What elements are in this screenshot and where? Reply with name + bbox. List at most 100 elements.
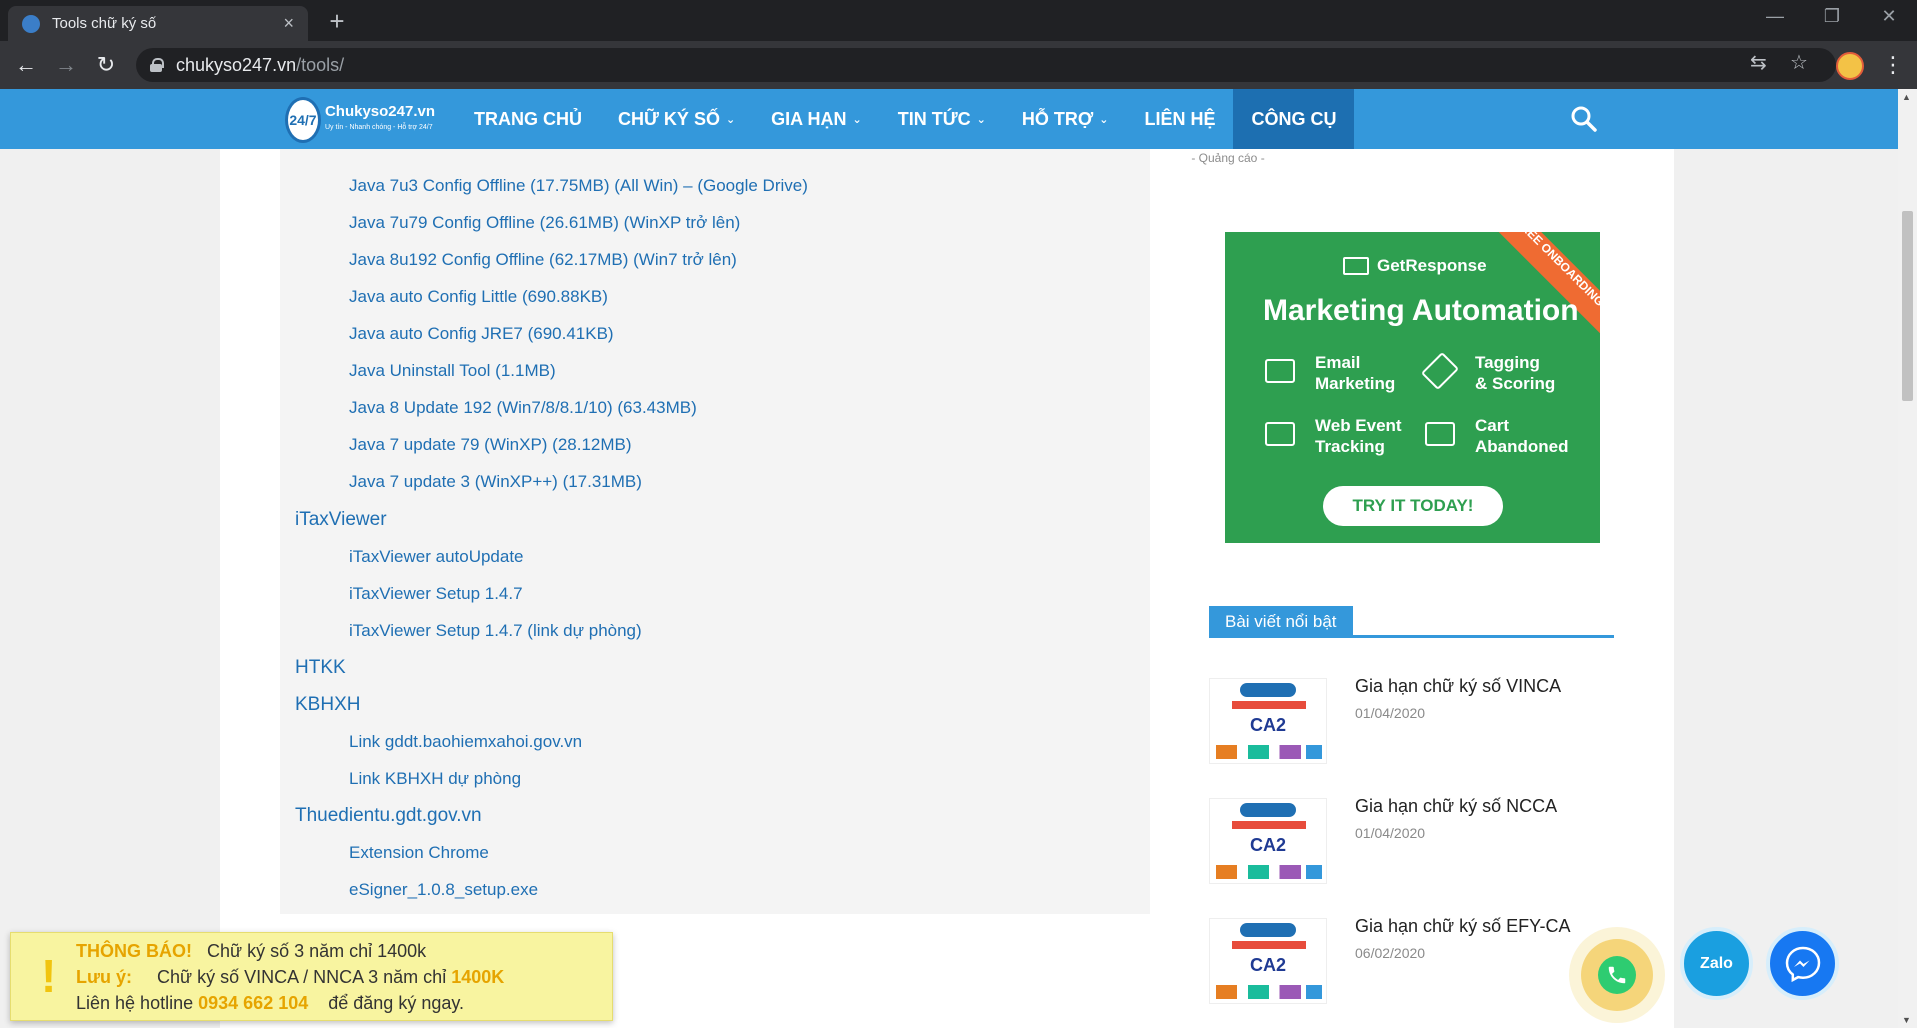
messenger-button[interactable] <box>1766 927 1839 1000</box>
address-bar[interactable]: chukyso247.vn/tools/ <box>136 48 1836 82</box>
envelope-icon <box>1343 257 1369 275</box>
java-link[interactable]: Java auto Config JRE7 (690.41KB) <box>349 324 614 344</box>
url-path: /tools/ <box>296 54 345 75</box>
nav-item-trang-chu[interactable]: TRANG CHỦ <box>456 89 600 149</box>
java-link[interactable]: Java 8 Update 192 (Win7/8/8.1/10) (63.43… <box>349 398 697 418</box>
post-thumbnail[interactable]: CA2 <box>1209 678 1327 764</box>
nav-item-tin-tuc[interactable]: TIN TỨC ⌄ <box>880 89 1004 149</box>
thuedientu-link[interactable]: eSigner_1.0.8_setup.exe <box>349 880 538 900</box>
site-favicon-icon <box>22 14 40 33</box>
featured-posts-title: Bài viết nổi bật <box>1209 606 1614 638</box>
java-link[interactable]: Java Uninstall Tool (1.1MB) <box>349 361 556 381</box>
ad-feature: Email Marketing <box>1315 353 1396 393</box>
profile-avatar[interactable] <box>1836 52 1864 80</box>
notice-note-label: Lưu ý: <box>76 967 133 987</box>
post-date: 01/04/2020 <box>1355 705 1426 721</box>
ad-brand: GetResponse <box>1343 256 1487 276</box>
chevron-down-icon: ⌄ <box>852 113 862 126</box>
chevron-down-icon: ⌄ <box>1099 113 1109 126</box>
site-logo[interactable]: 24/7 Chukyso247.vn Uy tín - Nhanh chóng -… <box>285 95 435 145</box>
post-title[interactable]: Gia hạn chữ ký số VINCA <box>1355 676 1561 697</box>
kbhxh-heading[interactable]: KBHXH <box>295 694 360 716</box>
bookmark-star-icon[interactable]: ☆ <box>1790 50 1808 75</box>
tools-content-box: Java 7u3 Config Offline (17.75MB) (All W… <box>280 139 1150 914</box>
scrollbar-thumb[interactable] <box>1902 211 1913 401</box>
logo-badge: 24/7 <box>285 97 321 143</box>
scroll-down-icon[interactable]: ▼ <box>1902 1015 1911 1025</box>
java-link[interactable]: Java 8u192 Config Offline (62.17MB) (Win… <box>349 250 737 270</box>
java-link[interactable]: Java 7u3 Config Offline (17.75MB) (All W… <box>349 176 808 196</box>
scroll-up-icon[interactable]: ▲ <box>1902 92 1911 102</box>
tab-title: Tools chữ ký số <box>52 15 157 32</box>
tab-close-icon[interactable]: × <box>283 13 294 34</box>
browser-toolbar: ← → ↻ chukyso247.vn/tools/ ⇆ ☆ <box>0 41 1917 89</box>
page-viewport: Java 7u3 Config Offline (17.75MB) (All W… <box>0 89 1898 1028</box>
chevron-down-icon: ⌄ <box>725 113 736 126</box>
ad-cta-button[interactable]: TRY IT TODAY! <box>1323 486 1503 526</box>
lock-icon <box>150 58 164 72</box>
browser-tabbar: Tools chữ ký số × + — ❐ ✕ <box>0 0 1917 41</box>
itaxviewer-heading[interactable]: iTaxViewer <box>295 509 387 531</box>
search-icon[interactable] <box>1568 103 1600 135</box>
nav-item-cong-cu[interactable]: CÔNG CỤ <box>1233 89 1355 149</box>
chevron-down-icon: ⌄ <box>976 113 986 126</box>
post-title[interactable]: Gia hạn chữ ký số EFY-CA <box>1355 916 1570 937</box>
browser-tab[interactable]: Tools chữ ký số × <box>8 6 308 41</box>
minimize-button[interactable]: — <box>1760 6 1790 27</box>
window-close-button[interactable]: ✕ <box>1874 6 1904 27</box>
notice-banner: ! THÔNG BÁO! Chữ ký số 3 năm chỉ 1400k L… <box>10 932 613 1021</box>
email-icon <box>1265 359 1295 383</box>
back-button[interactable]: ← <box>12 51 40 79</box>
notice-hotline-label: Liên hệ hotline <box>76 993 194 1013</box>
post-thumbnail[interactable]: CA2 <box>1209 918 1327 1004</box>
reload-button[interactable]: ↻ <box>92 51 120 79</box>
notice-label: THÔNG BÁO! <box>76 941 192 961</box>
java-link[interactable]: Java 7u79 Config Offline (26.61MB) (WinX… <box>349 213 740 233</box>
featured-posts-label: Bài viết nổi bật <box>1209 606 1353 638</box>
notice-price: 1400K <box>451 967 505 987</box>
itaxviewer-link[interactable]: iTaxViewer autoUpdate <box>349 547 524 567</box>
tag-icon <box>1420 351 1460 391</box>
main-nav: TRANG CHỦ CHỮ KÝ SỐ ⌄ GIA HẠN ⌄ TIN TỨC ⌄ H… <box>456 89 1355 149</box>
thuedientu-link[interactable]: Extension Chrome <box>349 843 489 863</box>
post-thumbnail[interactable]: CA2 <box>1209 798 1327 884</box>
nav-item-lien-he[interactable]: LIÊN HỆ <box>1126 89 1233 149</box>
itaxviewer-link[interactable]: iTaxViewer Setup 1.4.7 <box>349 584 523 604</box>
post-date: 01/04/2020 <box>1355 825 1426 841</box>
nav-item-gia-han[interactable]: GIA HẠN ⌄ <box>753 89 880 149</box>
zalo-button[interactable]: Zalo <box>1680 927 1753 1000</box>
logo-name: Chukyso247.vn <box>324 103 435 120</box>
thuedientu-heading[interactable]: Thuedientu.gdt.gov.vn <box>295 805 482 827</box>
notice-note-text: Chữ ký số VINCA / NNCA 3 năm chỉ <box>157 967 447 987</box>
itaxviewer-link[interactable]: iTaxViewer Setup 1.4.7 (link dự phòng) <box>349 621 642 641</box>
restore-button[interactable]: ❐ <box>1817 6 1847 27</box>
forward-button[interactable]: → <box>52 51 80 79</box>
notice-hotline-suffix: để đăng ký ngay. <box>328 993 465 1013</box>
new-tab-button[interactable]: + <box>322 6 352 36</box>
url-host: chukyso247.vn <box>176 54 297 75</box>
java-link[interactable]: Java 7 update 79 (WinXP) (28.12MB) <box>349 435 632 455</box>
hotline-link[interactable]: 0934 662 104 <box>198 993 308 1013</box>
ad-feature: Cart Abandoned <box>1475 416 1569 456</box>
java-link[interactable]: Java auto Config Little (690.88KB) <box>349 287 608 307</box>
kbhxh-link[interactable]: Link KBHXH dự phòng <box>349 769 521 789</box>
java-link[interactable]: Java 7 update 3 (WinXP++) (17.31MB) <box>349 472 642 492</box>
ad-feature: Tagging & Scoring <box>1475 353 1556 393</box>
ad-heading: Marketing Automation <box>1263 294 1579 327</box>
ads-label: - Quảng cáo - <box>1191 151 1265 165</box>
browser-menu-icon[interactable]: ⋮ <box>1882 52 1904 78</box>
htkk-heading[interactable]: HTKK <box>295 657 346 679</box>
ad-feature: Web Event Tracking <box>1315 416 1402 456</box>
chart-icon <box>1265 422 1295 446</box>
post-title[interactable]: Gia hạn chữ ký số NCCA <box>1355 796 1557 817</box>
ad-brand-name: GetResponse <box>1377 256 1487 275</box>
phone-button[interactable] <box>1581 939 1653 1011</box>
getresponse-ad[interactable]: FREE ONBOARDING GetResponse Marketing Au… <box>1225 232 1600 543</box>
site-header: 24/7 Chukyso247.vn Uy tín - Nhanh chóng -… <box>0 89 1898 149</box>
post-date: 06/02/2020 <box>1355 945 1426 961</box>
nav-item-ho-tro[interactable]: HỖ TRỢ ⌄ <box>1004 89 1127 149</box>
page-scrollbar[interactable]: ▲ ▼ <box>1898 89 1917 1028</box>
translate-icon[interactable]: ⇆ <box>1750 50 1767 75</box>
nav-item-chu-ky-so[interactable]: CHỮ KÝ SỐ ⌄ <box>600 89 753 149</box>
kbhxh-link[interactable]: Link gddt.baohiemxahoi.gov.vn <box>349 732 582 752</box>
